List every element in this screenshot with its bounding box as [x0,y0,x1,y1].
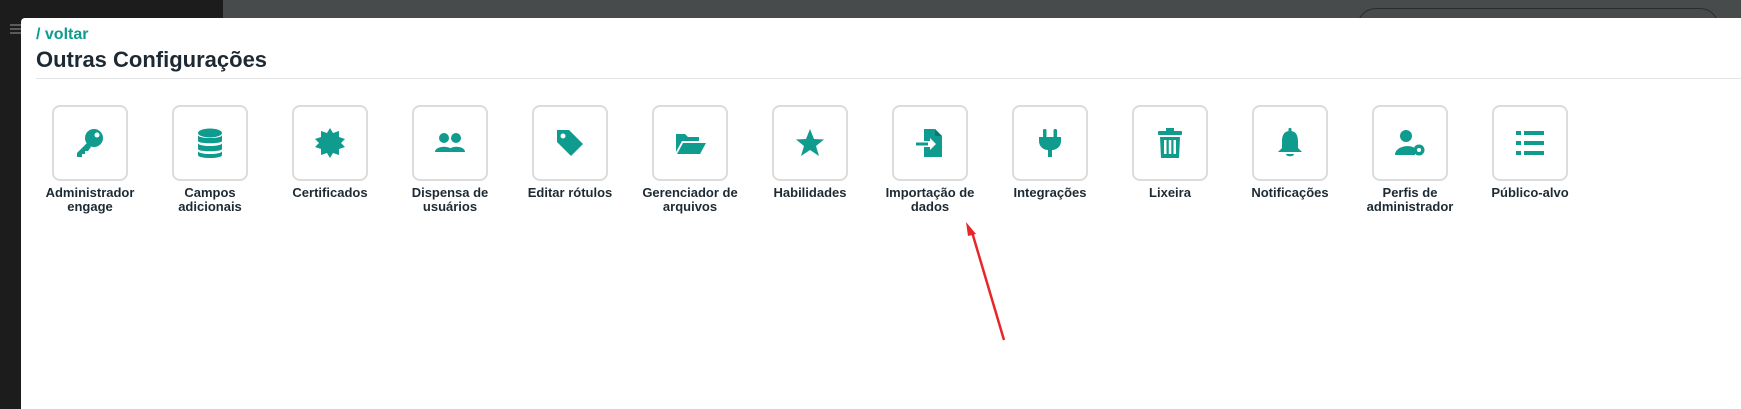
trash-icon [1158,128,1182,158]
database-icon [198,128,222,158]
tile-button[interactable] [1372,105,1448,181]
header-divider [36,78,1741,79]
tile-button[interactable] [412,105,488,181]
list-icon [1516,131,1544,155]
users-icon [435,133,465,152]
tile-habilidades[interactable]: Habilidades [756,105,864,214]
tile-button[interactable] [1012,105,1088,181]
tile-editar-rotulos[interactable]: Editar rótulos [516,105,624,214]
tile-label: Campos adicionais [178,185,242,214]
tile-button[interactable] [1132,105,1208,181]
tile-button[interactable] [1492,105,1568,181]
tile-gerenciador-de-arquivos[interactable]: Gerenciador de arquivos [636,105,744,214]
tile-button[interactable] [1252,105,1328,181]
tile-button[interactable] [892,105,968,181]
tile-label: Perfis de administrador [1366,185,1454,214]
tile-button[interactable] [532,105,608,181]
tile-lixeira[interactable]: Lixeira [1116,105,1224,214]
tile-button[interactable] [172,105,248,181]
tile-button[interactable] [52,105,128,181]
tile-label: Público-alvo [1491,185,1569,200]
tile-certificados[interactable]: Certificados [276,105,384,214]
tile-label: Notificações [1251,185,1329,200]
settings-panel: / voltar Outras Configurações Administra… [21,18,1741,409]
folder-open-icon [676,134,706,154]
tile-administrador-engage[interactable]: Administrador engage [36,105,144,214]
tile-publico-alvo[interactable]: Público-alvo [1476,105,1584,214]
tile-button[interactable] [292,105,368,181]
tile-label: Integrações [1013,185,1087,200]
tile-campos-adicionais[interactable]: Campos adicionais [156,105,264,214]
tile-button[interactable] [652,105,728,181]
tile-perfis-de-administrador[interactable]: Perfis de administrador [1356,105,1464,214]
file-import-icon [916,129,942,157]
tile-label: Dispensa de usuários [411,185,489,214]
certificate-icon [315,128,345,158]
tile-button[interactable] [772,105,848,181]
tile-label: Administrador engage [45,185,135,214]
tile-label: Gerenciador de arquivos [642,185,738,214]
tile-integracoes[interactable]: Integrações [996,105,1104,214]
key-icon [77,129,103,157]
settings-grid: Administrador engage Campos adicionais C… [36,105,1596,214]
tile-label: Habilidades [773,185,847,200]
tile-importacao-de-dados[interactable]: Importação de dados [876,105,984,214]
bell-icon [1278,128,1302,157]
plug-icon [1039,129,1061,157]
tile-label: Certificados [292,185,368,200]
star-icon [796,129,824,156]
tile-label: Lixeira [1149,185,1191,200]
tile-label: Importação de dados [885,185,975,214]
page-title: Outras Configurações [36,47,268,72]
tile-label: Editar rótulos [527,185,613,200]
tile-dispensa-de-usuarios[interactable]: Dispensa de usuários [396,105,504,214]
tag-icon [557,130,583,156]
user-cog-icon [1395,130,1425,156]
back-link[interactable]: / voltar [36,26,88,44]
tile-notificacoes[interactable]: Notificações [1236,105,1344,214]
